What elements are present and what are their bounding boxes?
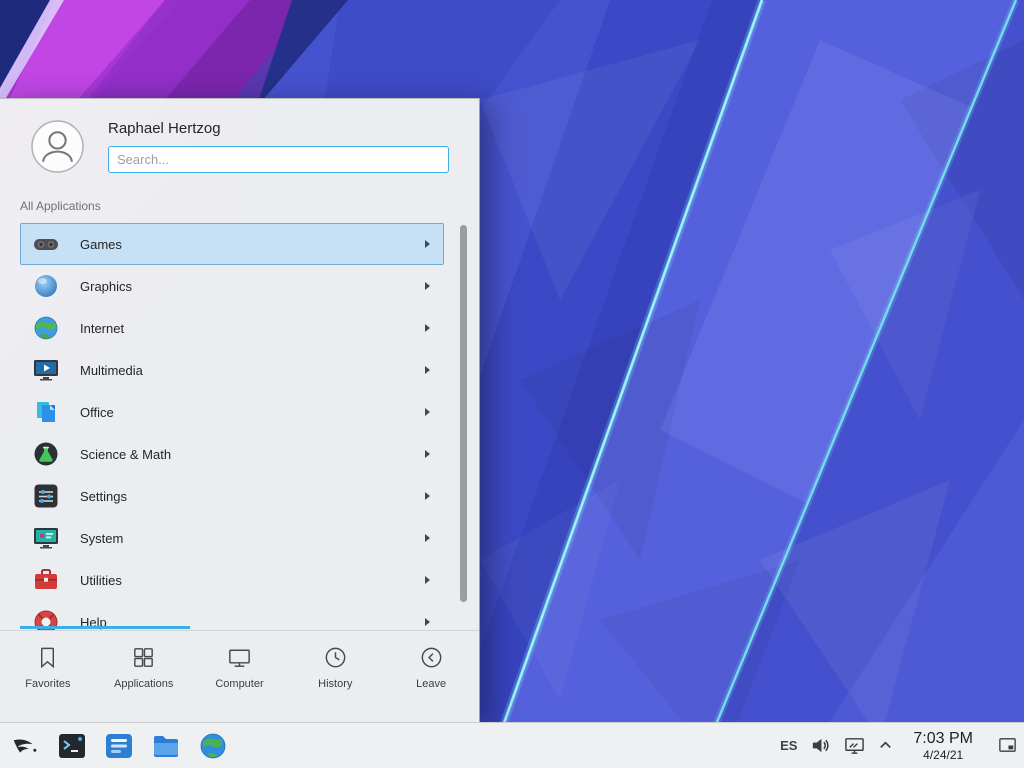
category-games[interactable]: Games xyxy=(20,223,444,265)
category-label: Internet xyxy=(80,321,124,336)
application-launcher: Raphael Hertzog All Applications Games G… xyxy=(0,98,480,722)
show-desktop-icon xyxy=(997,735,1018,756)
app-launcher-button[interactable] xyxy=(9,730,40,761)
browser-globe-icon xyxy=(198,731,228,761)
globe-icon xyxy=(32,314,60,342)
chevron-right-icon xyxy=(425,534,430,542)
category-system[interactable]: System xyxy=(20,517,444,559)
chevron-right-icon xyxy=(425,324,430,332)
search-input[interactable] xyxy=(108,146,449,173)
display-icon[interactable] xyxy=(844,735,865,756)
category-label: Office xyxy=(80,405,114,420)
user-avatar[interactable] xyxy=(31,120,84,173)
sphere-icon xyxy=(32,272,60,300)
grid-icon xyxy=(130,644,157,671)
clock-date: 4/24/21 xyxy=(923,748,963,762)
software-center-button[interactable] xyxy=(103,730,134,761)
tab-label: Computer xyxy=(215,678,263,690)
flask-icon xyxy=(32,440,60,468)
bookmark-icon xyxy=(34,644,61,671)
chevron-right-icon xyxy=(425,576,430,584)
volume-icon[interactable] xyxy=(810,735,831,756)
taskbar-launchers xyxy=(0,730,228,761)
tab-label: History xyxy=(318,678,352,690)
category-label: Multimedia xyxy=(80,363,143,378)
category-multimedia[interactable]: Multimedia xyxy=(20,349,444,391)
launcher-header: Raphael Hertzog xyxy=(0,99,479,183)
launcher-tab-bar: Favorites Applications Computer History xyxy=(0,630,479,722)
expand-arrow-icon[interactable] xyxy=(878,738,893,753)
sliders-icon xyxy=(32,482,60,510)
chevron-right-icon xyxy=(425,450,430,458)
category-list: Games Graphics Internet xyxy=(0,223,479,631)
category-label: Science & Math xyxy=(80,447,171,462)
list-scrollbar[interactable] xyxy=(460,225,467,602)
category-office[interactable]: Office xyxy=(20,391,444,433)
category-science-math[interactable]: Science & Math xyxy=(20,433,444,475)
tab-applications[interactable]: Applications xyxy=(96,631,192,722)
category-label: Graphics xyxy=(80,279,132,294)
clock-time: 7:03 PM xyxy=(913,730,973,748)
terminal-icon xyxy=(57,731,87,761)
system-tray: ES 7:03 PM 4/24/21 xyxy=(780,723,1024,768)
chevron-right-icon xyxy=(425,492,430,500)
category-label: Settings xyxy=(80,489,127,504)
category-label: Games xyxy=(80,237,122,252)
tab-leave[interactable]: Leave xyxy=(383,631,479,722)
web-browser-button[interactable] xyxy=(197,730,228,761)
kickoff-icon xyxy=(10,731,40,761)
file-manager-button[interactable] xyxy=(150,730,181,761)
tab-computer[interactable]: Computer xyxy=(192,631,288,722)
chevron-right-icon xyxy=(425,618,430,626)
tab-favorites[interactable]: Favorites xyxy=(0,631,96,722)
terminal-button[interactable] xyxy=(56,730,87,761)
chevron-right-icon xyxy=(425,408,430,416)
user-name: Raphael Hertzog xyxy=(108,120,221,137)
leave-icon xyxy=(418,644,445,671)
category-label: System xyxy=(80,531,123,546)
digital-clock[interactable]: 7:03 PM 4/24/21 xyxy=(913,730,973,762)
keyboard-layout-indicator[interactable]: ES xyxy=(780,738,797,753)
folder-icon xyxy=(151,731,181,761)
documents-icon xyxy=(32,398,60,426)
monitor-icon xyxy=(226,644,253,671)
toolbox-icon xyxy=(32,566,60,594)
tab-label: Applications xyxy=(114,678,173,690)
category-utilities[interactable]: Utilities xyxy=(20,559,444,601)
desktop: Raphael Hertzog All Applications Games G… xyxy=(0,0,1024,768)
taskbar: ES 7:03 PM 4/24/21 xyxy=(0,722,1024,768)
category-label: Utilities xyxy=(80,573,122,588)
chevron-right-icon xyxy=(425,366,430,374)
system-monitor-icon xyxy=(32,524,60,552)
section-label: All Applications xyxy=(20,199,479,214)
category-settings[interactable]: Settings xyxy=(20,475,444,517)
category-graphics[interactable]: Graphics xyxy=(20,265,444,307)
media-screen-icon xyxy=(32,356,60,384)
tab-label: Favorites xyxy=(25,678,70,690)
tab-label: Leave xyxy=(416,678,446,690)
chevron-right-icon xyxy=(425,282,430,290)
gamepad-icon xyxy=(32,230,60,258)
category-internet[interactable]: Internet xyxy=(20,307,444,349)
tab-history[interactable]: History xyxy=(287,631,383,722)
show-desktop-button[interactable] xyxy=(993,723,1021,768)
clock-icon xyxy=(322,644,349,671)
software-icon xyxy=(104,731,134,761)
active-tab-indicator xyxy=(20,626,190,629)
chevron-right-icon xyxy=(425,240,430,248)
